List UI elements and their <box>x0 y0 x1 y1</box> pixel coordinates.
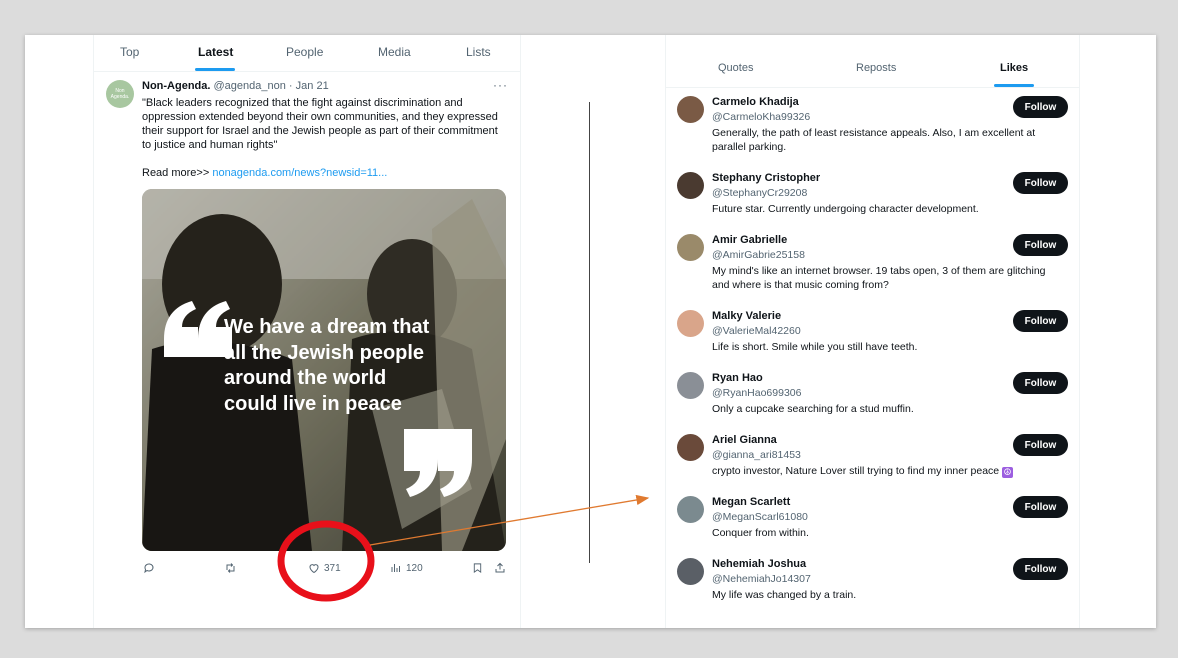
tab-latest[interactable]: Latest <box>198 45 233 59</box>
heart-icon <box>309 564 319 574</box>
read-more-line: Read more>> nonagenda.com/news?newsid=11… <box>142 167 387 179</box>
user-row[interactable]: Megan Scarlett @MeganScarl61080 Conquer … <box>666 496 1079 558</box>
user-handle[interactable]: @gianna_ari81453 <box>712 449 801 461</box>
view-count: 120 <box>406 562 423 574</box>
follow-button[interactable]: Follow <box>1013 172 1068 194</box>
tweet-header: Non-Agenda. @agenda_non · Jan 21 <box>142 80 329 92</box>
user-bio: crypto investor, Nature Lover still tryi… <box>712 464 1057 478</box>
bookmark-button[interactable] <box>472 562 483 574</box>
active-tab-indicator <box>195 68 235 71</box>
follow-button[interactable]: Follow <box>1013 372 1068 394</box>
avatar[interactable] <box>677 172 704 199</box>
user-bio: Generally, the path of least resistance … <box>712 127 1036 153</box>
avatar[interactable] <box>677 434 704 461</box>
vertical-divider <box>589 102 590 563</box>
avatar[interactable] <box>677 558 704 585</box>
like-button[interactable]: 371 <box>308 562 341 574</box>
repost-icon <box>226 563 235 573</box>
follow-button[interactable]: Follow <box>1013 96 1068 118</box>
user-bio: My mind's like an internet browser. 19 t… <box>712 265 1046 291</box>
likes-panel: Quotes Reposts Likes Carmelo Khadija @Ca… <box>665 35 1080 628</box>
author-name[interactable]: Non-Agenda. <box>142 80 210 92</box>
tab-reposts[interactable]: Reposts <box>856 62 896 74</box>
peace-emoji-icon: ☮ <box>1002 467 1014 478</box>
more-options-icon[interactable]: ··· <box>493 78 508 92</box>
author-avatar[interactable]: Non Agenda. <box>106 80 134 108</box>
follow-button[interactable]: Follow <box>1013 434 1068 456</box>
repost-button[interactable] <box>224 562 237 574</box>
reply-icon <box>144 563 154 574</box>
user-handle[interactable]: @RyanHao699306 <box>712 387 801 399</box>
user-row[interactable]: Malky Valerie @ValerieMal42260 Life is s… <box>666 310 1079 372</box>
user-handle[interactable]: @AmirGabrie25158 <box>712 249 805 261</box>
user-name[interactable]: Amir Gabrielle <box>712 234 787 246</box>
tab-quotes[interactable]: Quotes <box>718 62 753 74</box>
user-name[interactable]: Megan Scarlett <box>712 496 790 508</box>
user-row[interactable]: Ryan Hao @RyanHao699306 Only a cupcake s… <box>666 372 1079 434</box>
tweet-date[interactable]: Jan 21 <box>296 80 329 92</box>
screenshot-sheet: Top Latest People Media Lists Non Agenda… <box>25 35 1156 628</box>
tab-top[interactable]: Top <box>120 45 139 59</box>
author-handle[interactable]: @agenda_non <box>214 80 286 92</box>
user-handle[interactable]: @StephanyCr29208 <box>712 187 807 199</box>
tab-lists[interactable]: Lists <box>466 45 491 59</box>
user-name[interactable]: Ariel Gianna <box>712 434 777 446</box>
avatar[interactable] <box>677 372 704 399</box>
user-bio: Conquer from within. <box>712 527 809 539</box>
like-count: 371 <box>324 562 341 574</box>
tweet-link[interactable]: nonagenda.com/news?newsid=11... <box>212 167 387 179</box>
user-handle[interactable]: @ValerieMal42260 <box>712 325 801 337</box>
user-name[interactable]: Carmelo Khadija <box>712 96 799 108</box>
avatar[interactable] <box>677 234 704 261</box>
user-bio: Future star. Currently undergoing charac… <box>712 203 979 215</box>
user-handle[interactable]: @CarmeloKha99326 <box>712 111 810 123</box>
avatar[interactable] <box>677 310 704 337</box>
tab-people[interactable]: People <box>286 45 323 59</box>
user-row[interactable]: Amir Gabrielle @AmirGabrie25158 My mind'… <box>666 234 1079 296</box>
user-bio: Life is short. Smile while you still hav… <box>712 341 918 353</box>
user-handle[interactable]: @MeganScarl61080 <box>712 511 808 523</box>
user-bio-text: crypto investor, Nature Lover still tryi… <box>712 465 1000 477</box>
tweet-actions: 371 120 <box>94 560 520 580</box>
tweet-panel: Top Latest People Media Lists Non Agenda… <box>93 35 521 628</box>
avatar[interactable] <box>677 496 704 523</box>
user-name[interactable]: Stephany Cristopher <box>712 172 820 184</box>
avatar[interactable] <box>677 96 704 123</box>
user-bio: My life was changed by a train. <box>712 589 857 601</box>
user-handle[interactable]: @NehemiahJo14307 <box>712 573 811 585</box>
active-tab-indicator <box>994 84 1034 87</box>
engagement-tabs: Quotes Reposts Likes <box>666 35 1079 88</box>
share-icon <box>495 562 505 573</box>
user-bio: Only a cupcake searching for a stud muff… <box>712 403 914 415</box>
read-more-label: Read more>> <box>142 167 210 179</box>
bar-chart-icon <box>391 564 400 572</box>
user-name[interactable]: Ryan Hao <box>712 372 763 384</box>
tab-media[interactable]: Media <box>378 45 411 59</box>
follow-button[interactable]: Follow <box>1013 496 1068 518</box>
bookmark-icon <box>473 563 482 574</box>
user-row[interactable]: Nehemiah Joshua @NehemiahJo14307 My life… <box>666 558 1079 620</box>
image-quote-text: We have a dream that all the Jewish peop… <box>224 316 430 415</box>
user-row[interactable]: Carmelo Khadija @CarmeloKha99326 General… <box>666 96 1079 158</box>
follow-button[interactable]: Follow <box>1013 558 1068 580</box>
follow-button[interactable]: Follow <box>1013 234 1068 256</box>
search-tabs: Top Latest People Media Lists <box>94 35 520 72</box>
user-name[interactable]: Malky Valerie <box>712 310 781 322</box>
user-name[interactable]: Nehemiah Joshua <box>712 558 806 570</box>
tab-likes[interactable]: Likes <box>1000 62 1028 74</box>
user-row[interactable]: Stephany Cristopher @StephanyCr29208 Fut… <box>666 172 1079 234</box>
follow-button[interactable]: Follow <box>1013 310 1068 332</box>
user-row[interactable]: Ariel Gianna @gianna_ari81453 crypto inv… <box>666 434 1079 496</box>
views-button[interactable]: 120 <box>390 562 423 574</box>
share-button[interactable] <box>494 562 506 574</box>
tweet-text: "Black leaders recognized that the fight… <box>142 97 498 151</box>
dot-separator: · <box>288 80 293 92</box>
tweet-image[interactable]: We have a dream that all the Jewish peop… <box>142 189 506 551</box>
reply-button[interactable] <box>143 562 155 574</box>
